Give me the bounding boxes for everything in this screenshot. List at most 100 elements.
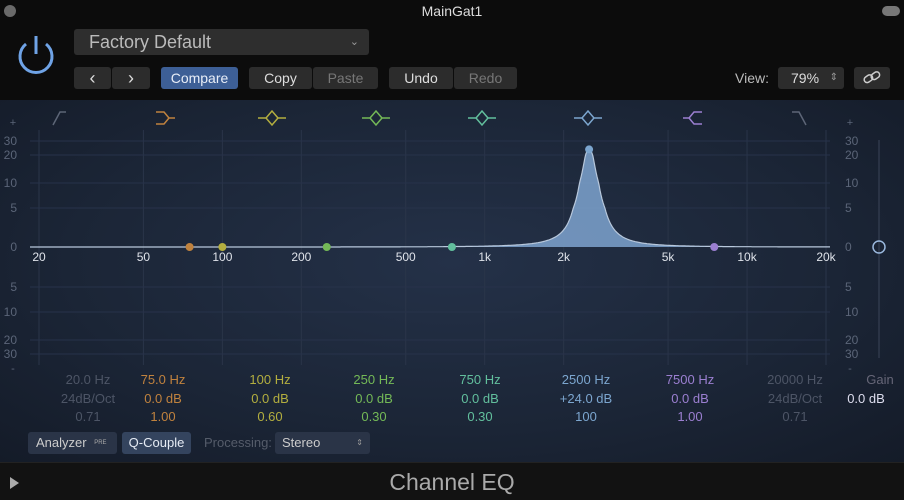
band-6-q[interactable]: 100 (536, 409, 636, 424)
band-6-freq[interactable]: 2500 Hz (536, 372, 636, 387)
db-tick-label: 5 (845, 201, 852, 215)
view-label: View: (735, 70, 769, 86)
band-7-handle[interactable] (710, 243, 719, 251)
minus-label: - (11, 363, 15, 370)
copy-button[interactable]: Copy (249, 67, 312, 89)
freq-tick-label: 100 (212, 250, 232, 264)
stepper-icon: ⇕ (356, 438, 363, 447)
next-preset-button[interactable]: › (112, 67, 150, 89)
db-tick-label: 5 (845, 280, 852, 294)
band-3-bell-icon[interactable] (258, 109, 286, 127)
db-tick-label: 0 (845, 240, 852, 254)
band-5-freq[interactable]: 750 Hz (430, 372, 530, 387)
eq-curve-fill (30, 149, 830, 247)
band-6-handle[interactable] (585, 145, 594, 154)
band-4-freq[interactable]: 250 Hz (324, 372, 424, 387)
band-1-low-cut-icon[interactable] (52, 111, 66, 126)
db-tick-label: 20 (4, 333, 18, 347)
stepper-icon: ⇕ (829, 72, 838, 83)
band-2-gain[interactable]: 0.0 dB (113, 391, 213, 406)
freq-tick-label: 20k (816, 250, 836, 264)
db-tick-label: 10 (845, 176, 859, 190)
minus-label: - (848, 363, 852, 370)
redo-button[interactable]: Redo (454, 67, 517, 89)
band-7-gain[interactable]: 0.0 dB (640, 391, 740, 406)
band-2-q[interactable]: 1.00 (113, 409, 213, 424)
band-8-high-cut-icon[interactable] (792, 111, 807, 126)
processing-value: Stereo (282, 435, 321, 450)
preset-name: Factory Default (89, 32, 212, 52)
view-zoom-select[interactable]: 79% ⇕ (778, 67, 844, 89)
resize-pill[interactable] (882, 6, 900, 16)
db-tick-label: 30 (845, 347, 859, 361)
chevron-down-icon: ⌄ (349, 36, 359, 48)
band-5-handle[interactable] (447, 243, 456, 251)
master-gain-value[interactable]: 0.0 dB (836, 391, 896, 406)
processing-label: Processing: (204, 435, 272, 450)
processing-select[interactable]: Stereo ⇕ (275, 432, 370, 454)
band-7-high-shelf-icon[interactable] (683, 111, 702, 125)
power-icon[interactable] (14, 32, 58, 76)
db-tick-label: 20 (845, 333, 859, 347)
q-couple-button[interactable]: Q-Couple (122, 432, 191, 454)
close-dot[interactable] (4, 5, 16, 17)
band-5-gain[interactable]: 0.0 dB (430, 391, 530, 406)
freq-tick-label: 2k (557, 250, 571, 264)
band-2-low-shelf-icon[interactable] (156, 111, 175, 125)
freq-tick-label: 1k (478, 250, 492, 264)
band-4-q[interactable]: 0.30 (324, 409, 424, 424)
master-gain-label: Gain (866, 372, 894, 387)
paste-button[interactable]: Paste (313, 67, 378, 89)
title-bar: MainGat1 (0, 0, 904, 24)
freq-tick-label: 500 (396, 250, 416, 264)
band-3-q[interactable]: 0.60 (220, 409, 320, 424)
band-3-handle[interactable] (218, 243, 227, 251)
plus-label: + (10, 117, 16, 129)
analyzer-button[interactable]: Analyzer PRE (28, 432, 117, 454)
band-4-handle[interactable] (322, 243, 331, 251)
eq-curve (30, 148, 830, 248)
prev-preset-button[interactable]: ‹ (74, 67, 111, 89)
freq-tick-label: 200 (291, 250, 311, 264)
plugin-name: Channel EQ (389, 469, 515, 495)
db-tick-label: 30 (4, 134, 18, 148)
freq-tick-label: 20 (32, 250, 46, 264)
band-8-q[interactable]: 0.71 (745, 409, 845, 424)
db-tick-label: 20 (4, 148, 18, 162)
undo-button[interactable]: Undo (389, 67, 453, 89)
analyzer-label: Analyzer (36, 435, 87, 450)
link-icon (863, 71, 881, 84)
band-3-gain[interactable]: 0.0 dB (220, 391, 320, 406)
band-5-bell-icon[interactable] (468, 109, 496, 127)
band-8-gain[interactable]: 24dB/Oct (745, 391, 845, 406)
band-6-bell-icon[interactable] (574, 109, 602, 127)
db-tick-label: 5 (10, 201, 17, 215)
freq-tick-label: 10k (737, 250, 757, 264)
db-tick-label: 10 (845, 305, 859, 319)
band-6-gain[interactable]: +24.0 dB (536, 391, 636, 406)
band-7-q[interactable]: 1.00 (640, 409, 740, 424)
link-button[interactable] (854, 67, 890, 89)
freq-tick-label: 5k (662, 250, 676, 264)
db-tick-label: 5 (10, 280, 17, 294)
band-3-freq[interactable]: 100 Hz (220, 372, 320, 387)
db-tick-label: 0 (10, 240, 17, 254)
preset-dropdown[interactable]: Factory Default ⌄ (74, 29, 369, 55)
compare-button[interactable]: Compare (161, 67, 238, 89)
band-8-freq[interactable]: 20000 Hz (745, 372, 845, 387)
footer: Channel EQ (0, 462, 904, 500)
band-4-bell-icon[interactable] (362, 109, 390, 127)
db-tick-label: 10 (4, 176, 18, 190)
db-tick-label: 30 (4, 347, 18, 361)
band-7-freq[interactable]: 7500 Hz (640, 372, 740, 387)
db-tick-label: 20 (845, 148, 859, 162)
band-5-q[interactable]: 0.30 (430, 409, 530, 424)
db-tick-label: 10 (4, 305, 18, 319)
band-2-freq[interactable]: 75.0 Hz (113, 372, 213, 387)
band-2-handle[interactable] (185, 243, 194, 251)
window-title: MainGat1 (421, 3, 483, 19)
pre-badge: PRE (94, 440, 107, 446)
eq-graph[interactable]: 20 50 100 200 500 1k 2k 5k 10k 20k30 3020 2010 105 50… (0, 100, 904, 370)
view-value: 79% (791, 70, 820, 86)
band-4-gain[interactable]: 0.0 dB (324, 391, 424, 406)
